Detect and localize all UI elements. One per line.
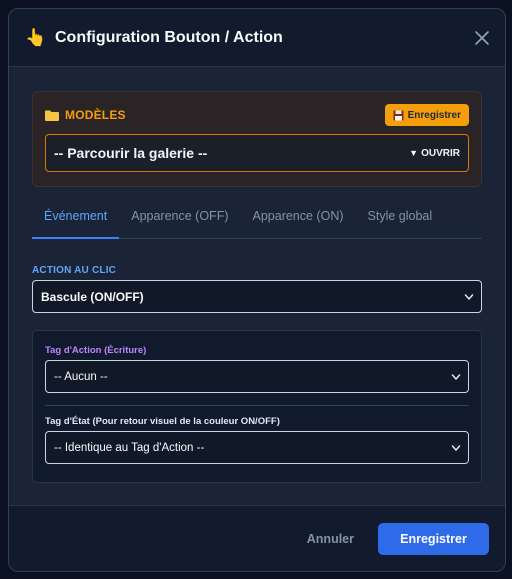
action-select-value: Bascule (ON/OFF) <box>41 289 144 304</box>
modal-title: Configuration Bouton / Action <box>55 28 283 46</box>
save-button[interactable]: Enregistrer <box>378 522 489 555</box>
close-icon[interactable] <box>473 29 491 47</box>
divider <box>45 405 469 406</box>
action-tag-select[interactable]: -- Aucun -- <box>45 360 469 393</box>
tags-panel: Tag d'Action (Écriture) -- Aucun -- Tag … <box>32 330 482 483</box>
action-select[interactable]: Bascule (ON/OFF) <box>32 280 482 313</box>
tab-apparence-on[interactable]: Apparence (ON) <box>241 207 356 239</box>
config-modal: 👆 Configuration Bouton / Action MODÈLES <box>8 8 506 572</box>
chevron-down-icon <box>464 294 474 300</box>
models-panel: MODÈLES Enregistrer -- Parcourir la gale… <box>32 91 482 187</box>
action-tag-label: Tag d'Action (Écriture) <box>45 345 147 356</box>
chevron-down-icon <box>451 445 461 451</box>
chevron-down-icon <box>451 374 461 380</box>
tab-apparence-off[interactable]: Apparence (OFF) <box>119 207 240 239</box>
tab-evenement[interactable]: Événement <box>32 207 120 239</box>
state-tag-select[interactable]: -- Identique au Tag d'Action -- <box>45 431 469 464</box>
modal-header: 👆 Configuration Bouton / Action <box>9 9 505 67</box>
triangle-down-icon: ▼ <box>409 148 419 158</box>
gallery-placeholder: -- Parcourir la galerie -- <box>54 145 208 161</box>
floppy-disk-icon <box>393 110 404 120</box>
open-gallery-label: OUVRIR <box>421 147 460 159</box>
save-model-button[interactable]: Enregistrer <box>384 104 469 126</box>
models-title: MODÈLES <box>65 108 126 122</box>
gallery-select[interactable]: -- Parcourir la galerie -- ▼ OUVRIR <box>45 134 469 172</box>
action-tag-value: -- Aucun -- <box>54 370 108 383</box>
state-tag-label: Tag d'État (Pour retour visuel de la cou… <box>45 416 280 427</box>
modal-footer: Annuler Enregistrer <box>9 505 505 571</box>
state-tag-value: -- Identique au Tag d'Action -- <box>54 441 205 454</box>
folder-icon <box>45 110 59 121</box>
open-gallery-button[interactable]: ▼ OUVRIR <box>409 148 460 159</box>
pointing-hand-icon: 👆 <box>25 27 47 47</box>
save-model-label: Enregistrer <box>407 109 461 121</box>
tab-bar: Événement Apparence (OFF) Apparence (ON)… <box>32 207 482 239</box>
tab-style-global[interactable]: Style global <box>356 207 445 239</box>
cancel-button[interactable]: Annuler <box>307 532 354 546</box>
action-label: ACTION AU CLIC <box>32 265 117 276</box>
